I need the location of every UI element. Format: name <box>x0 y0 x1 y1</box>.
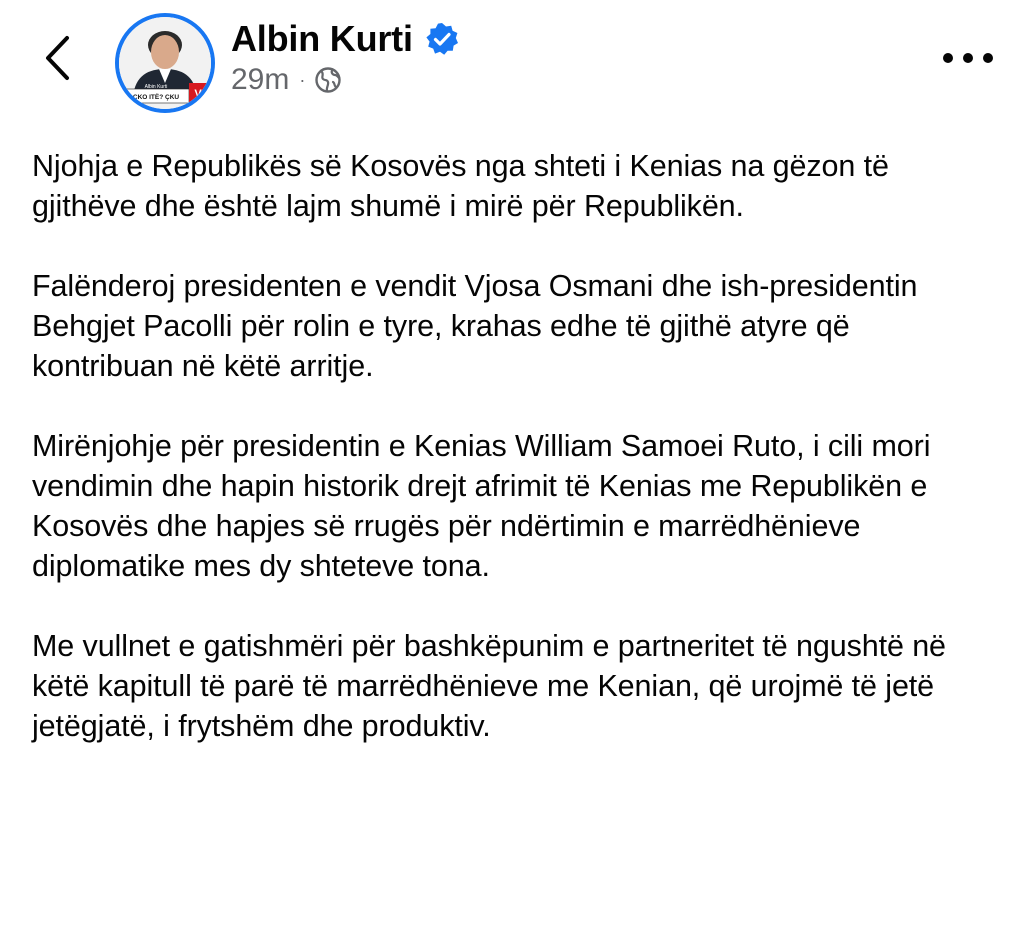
post-paragraph: Me vullnet e gatishmëri për bashkëpunim … <box>32 629 946 743</box>
avatar-caption: Albin Kurti <box>145 84 168 90</box>
post-paragraph: Mirënjohje për presidentin e Kenias Will… <box>32 429 931 583</box>
verified-badge-icon <box>425 22 459 56</box>
author-name[interactable]: Albin Kurti <box>231 18 459 60</box>
author-name-text: Albin Kurti <box>231 18 413 59</box>
post-paragraph: Falënderoj presidenten e vendit Vjosa Os… <box>32 269 918 383</box>
post-paragraph: Njohja e Republikës së Kosovës nga shtet… <box>32 149 889 223</box>
more-options-button[interactable] <box>938 38 998 78</box>
author-avatar[interactable]: V Albin Kurti ÇKO ITË? ÇKU <box>115 13 215 113</box>
profile-photo: V Albin Kurti ÇKO ITË? ÇKU <box>119 17 211 109</box>
meta-separator: · <box>299 69 306 90</box>
globe-icon[interactable] <box>314 66 342 94</box>
post-meta: 29m · <box>231 63 342 97</box>
avatar-badge: V <box>194 88 202 100</box>
post-header: V Albin Kurti ÇKO ITË? ÇKU Albin Kurti 2… <box>0 0 1024 130</box>
post-timestamp[interactable]: 29m <box>231 63 289 97</box>
avatar-banner-text: ÇKO ITË? ÇKU <box>133 93 180 101</box>
back-button[interactable] <box>30 28 84 88</box>
post-body: Njohja e Republikës së Kosovës nga shtet… <box>32 146 992 786</box>
more-horizontal-icon <box>943 53 993 63</box>
chevron-left-icon <box>46 36 69 80</box>
